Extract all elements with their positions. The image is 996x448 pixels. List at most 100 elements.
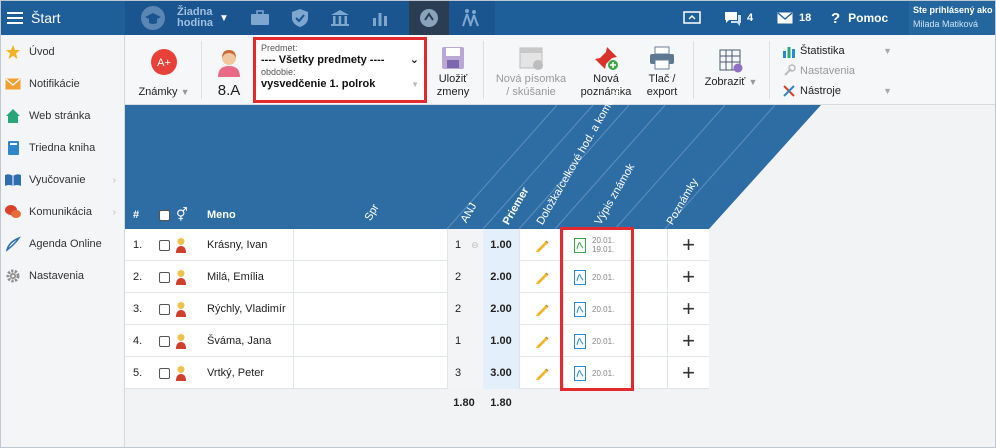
- behavior-grade-cell[interactable]: [293, 261, 447, 293]
- student-name[interactable]: Milá, Emília: [207, 261, 293, 293]
- grade-extract-cell[interactable]: 20.01.: [563, 325, 639, 357]
- class-button[interactable]: 8.A: [209, 35, 249, 105]
- student-avatar-icon: [175, 325, 193, 357]
- grade-cell[interactable]: 1: [447, 325, 483, 357]
- behavior-grade-cell[interactable]: [293, 229, 447, 261]
- chevron-down-icon[interactable]: ▼: [217, 1, 231, 35]
- add-note-button[interactable]: +: [667, 261, 709, 293]
- briefcase-icon[interactable]: [243, 1, 277, 35]
- pencil-icon: [535, 368, 549, 380]
- add-note-button[interactable]: +: [667, 293, 709, 325]
- print-export-button[interactable]: Tlač / export: [639, 35, 685, 105]
- edit-clause-button[interactable]: [519, 261, 563, 293]
- sidebar-item-teaching[interactable]: Vyučovanie ›: [1, 164, 124, 196]
- pin-icon: [595, 47, 618, 70]
- student-name[interactable]: Rýchly, Vladimír: [207, 293, 293, 325]
- row-checkbox-cell: [159, 293, 173, 325]
- class-label: 8.A: [217, 82, 241, 99]
- save-button[interactable]: Uložiť zmeny: [431, 35, 475, 105]
- sidebar-item-label: Komunikácia: [29, 206, 92, 218]
- sidebar-item-notifications[interactable]: Notifikácie: [1, 68, 124, 100]
- top-bar: Štart Žiadna hodina ▼ 4 18 ? Pomoc Ste p…: [1, 1, 995, 35]
- grade-extract-cell[interactable]: 20.01.: [563, 357, 639, 389]
- period-select[interactable]: vysvedčenie 1. polrok ▼: [261, 78, 419, 91]
- edit-clause-button[interactable]: [519, 325, 563, 357]
- sidebar-item-home[interactable]: Úvod: [1, 36, 124, 68]
- sidebar-item-communication[interactable]: Komunikácia ›: [1, 196, 124, 228]
- chevron-right-icon: ›: [112, 206, 116, 218]
- grade-cell[interactable]: 2: [447, 293, 483, 325]
- tools-menu-item[interactable]: Nástroje ▼: [782, 81, 892, 101]
- select-all-checkbox[interactable]: [159, 210, 170, 221]
- trip-icon[interactable]: [453, 1, 487, 35]
- graduation-cap-icon[interactable]: [135, 1, 171, 35]
- new-test-button[interactable]: Nová písomka / skúšanie: [491, 35, 571, 105]
- student-name[interactable]: Vrtký, Peter: [207, 357, 293, 389]
- sidebar-item-settings[interactable]: Nastavenia: [1, 260, 124, 292]
- behavior-grade-cell[interactable]: [293, 325, 447, 357]
- start-label: Štart: [31, 10, 61, 26]
- svg-text:A+: A+: [157, 57, 171, 69]
- notifications-button[interactable]: 18: [777, 1, 811, 35]
- view-button[interactable]: Zobraziť ▼: [701, 35, 761, 105]
- settings-menu-item[interactable]: Nastavenia: [782, 61, 892, 81]
- row-checkbox[interactable]: [159, 271, 170, 283]
- add-note-button[interactable]: +: [667, 357, 709, 389]
- statistics-menu-item[interactable]: Štatistika ▼: [782, 41, 892, 61]
- pdf-icon: [574, 333, 586, 349]
- new-note-button[interactable]: Nová poznámka: [575, 35, 637, 105]
- help-button[interactable]: ? Pomoc: [831, 1, 888, 35]
- row-checkbox[interactable]: [159, 367, 170, 379]
- sidebar-item-class-book[interactable]: Triedna kniha: [1, 132, 124, 164]
- student-name[interactable]: Krásny, Ivan: [207, 229, 293, 261]
- grade-extract-cell[interactable]: 20.01.: [563, 293, 639, 325]
- extract-date-1: 20.01.: [592, 368, 615, 378]
- row-checkbox[interactable]: [159, 239, 170, 251]
- bar-chart-icon[interactable]: [363, 1, 397, 35]
- extract-date-1: 20.01.: [592, 304, 615, 314]
- row-number: 5.: [133, 367, 143, 379]
- subject-label: Predmet:: [261, 43, 298, 53]
- table-row: 5. Vrtký, Peter 3 3.00 20.01. +: [125, 357, 709, 389]
- calendar-icon: [519, 47, 543, 70]
- behavior-grade-cell[interactable]: [293, 357, 447, 389]
- student-name[interactable]: Šváma, Jana: [207, 325, 293, 357]
- grade-extract-cell[interactable]: 20.01.: [563, 261, 639, 293]
- messages-button[interactable]: 4: [723, 1, 753, 35]
- envelope-icon: [777, 12, 793, 24]
- sidebar-item-website[interactable]: Web stránka: [1, 100, 124, 132]
- edit-clause-button[interactable]: [519, 229, 563, 261]
- grades-button[interactable]: A+ Známky ▼: [135, 35, 193, 105]
- subject-select[interactable]: ---- Všetky predmety ---- ⌄: [261, 54, 419, 67]
- screen-icon[interactable]: [683, 1, 701, 35]
- table-row: 4. Šváma, Jana 1 1.00 20.01. +: [125, 325, 709, 357]
- edit-clause-button[interactable]: [519, 293, 563, 325]
- extract-date-2: 19.01.: [592, 245, 615, 254]
- row-checkbox[interactable]: [159, 335, 170, 347]
- grades-module-icon[interactable]: [409, 1, 449, 35]
- start-button[interactable]: Štart: [1, 1, 125, 35]
- grade-cell[interactable]: 2: [447, 261, 483, 293]
- table-row: 3. Rýchly, Vladimír 2 2.00 20.01. +: [125, 293, 709, 325]
- print-label-2: export: [646, 86, 678, 98]
- sidebar-item-agenda[interactable]: Agenda Online: [1, 228, 124, 260]
- shield-icon[interactable]: [283, 1, 317, 35]
- tools-menu: Štatistika ▼ Nastavenia Nástroje ▼: [782, 41, 892, 101]
- add-note-button[interactable]: +: [667, 325, 709, 357]
- edit-clause-button[interactable]: [519, 357, 563, 389]
- subject-period-selector[interactable]: Predmet: ---- Všetky predmety ---- ⌄ obdo…: [253, 37, 427, 103]
- save-label-1: Uložiť: [438, 73, 468, 85]
- behavior-grade-cell[interactable]: [293, 293, 447, 325]
- institution-icon[interactable]: [323, 1, 357, 35]
- wrench-icon: [784, 64, 796, 76]
- plus-icon: +: [682, 360, 695, 385]
- grade-cell[interactable]: 3: [447, 357, 483, 389]
- plus-icon: +: [682, 296, 695, 321]
- envelope-icon: [4, 76, 22, 92]
- grade-cell[interactable]: 1 ⊖: [447, 229, 483, 261]
- new-test-label-1: Nová písomka: [495, 73, 567, 85]
- add-note-button[interactable]: +: [667, 229, 709, 261]
- grade-extract-cell[interactable]: 20.01. 19.01.: [563, 229, 639, 261]
- user-box[interactable]: Ste prihlásený ako Milada Matiková: [909, 1, 995, 35]
- row-checkbox[interactable]: [159, 303, 170, 315]
